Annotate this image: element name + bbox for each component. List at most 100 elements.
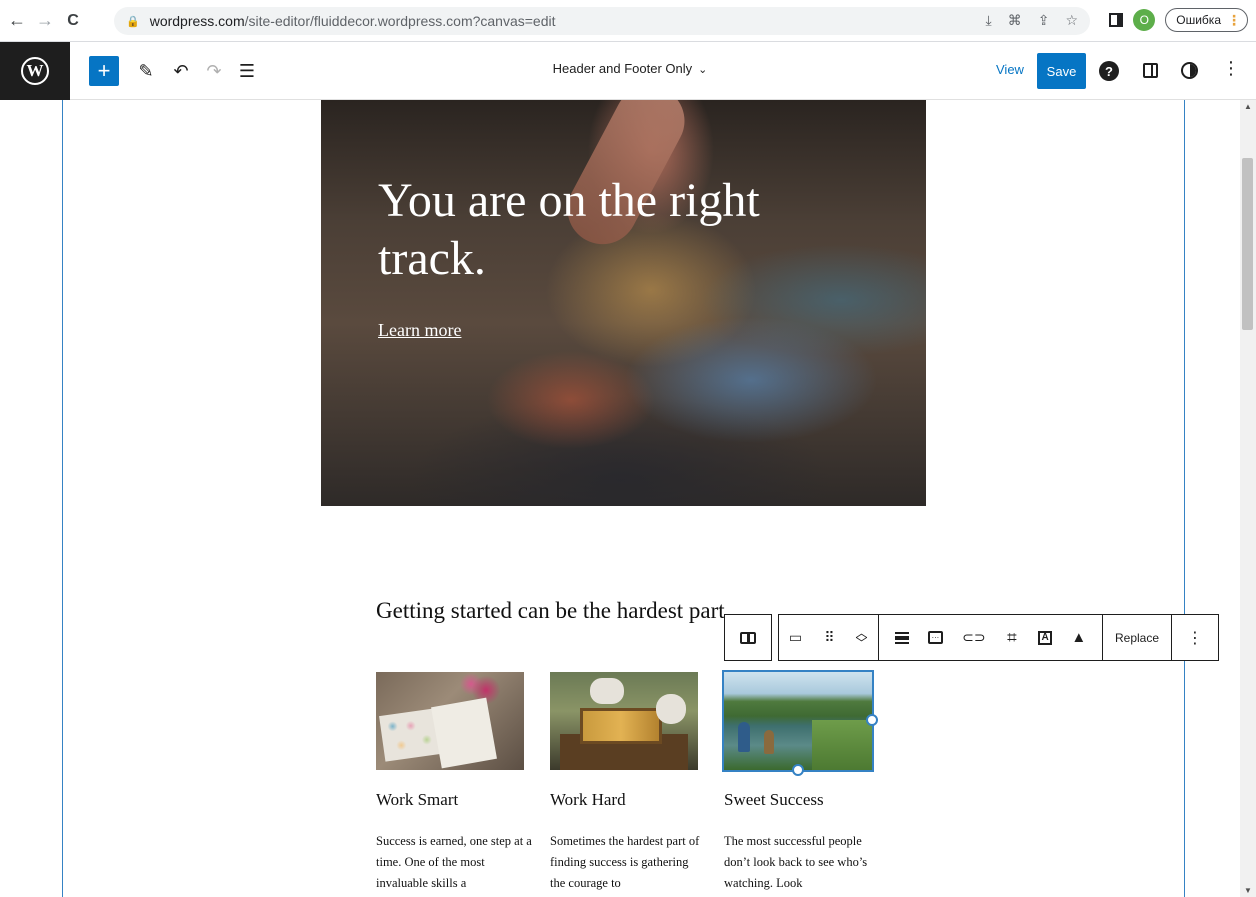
install-app-icon[interactable]: ⤓ [986,12,992,29]
more-vertical-icon[interactable]: ⋮ [1222,58,1240,79]
redo-button[interactable]: ↷ [199,56,229,86]
cover-block[interactable]: You are on the right track. Learn more [321,100,926,506]
add-block-button[interactable]: + [89,56,119,86]
selected-image-block[interactable] [722,670,874,772]
text-overlay-button[interactable]: A [1032,615,1058,660]
image-detail [812,720,872,770]
undo-icon: ↶ [173,60,189,81]
edit-tool-button[interactable]: ✎ [131,56,161,86]
learn-more-link[interactable]: Learn more [378,320,461,341]
select-parent-button[interactable] [734,615,762,660]
scroll-down-arrow-icon[interactable]: ▼ [1244,886,1252,895]
card-image[interactable] [550,672,698,770]
url-host: wordpress.com [149,13,245,29]
list-view-icon: ☰ [238,60,256,81]
card-column: Work Hard Sometimes the hardest part of … [550,672,699,894]
crop-button[interactable]: ⌗ [999,615,1025,660]
caption-button[interactable]: … [922,615,949,660]
undo-button[interactable]: ↶ [166,56,196,86]
canvas-frame-border [62,100,63,897]
back-arrow-icon[interactable]: ← [6,10,28,32]
block-mover-group: ▭ ⠿ ︿ ﹀ [778,614,879,661]
lock-icon: 🔒 [126,15,140,28]
move-buttons[interactable]: ︿ ﹀ [849,615,875,660]
scroll-up-arrow-icon[interactable]: ▲ [1244,102,1252,111]
canvas-scrollbar[interactable]: ▲ ▼ [1240,100,1256,897]
help-icon[interactable]: ? [1099,61,1119,81]
reload-icon[interactable]: C [62,10,84,32]
image-detail [590,678,624,704]
block-type-button[interactable]: ▭ [783,615,809,660]
canvas-frame-border [1184,100,1185,897]
link-button[interactable]: ⊂⊃ [956,615,991,660]
image-detail [580,708,662,744]
image-detail [764,730,774,754]
forward-arrow-icon[interactable]: → [34,10,56,32]
chevron-up-down-icon: ︿ ﹀ [855,625,868,650]
align-icon [894,631,909,644]
url-path: /site-editor/fluiddecor.wordpress.com?ca… [244,13,556,29]
image-detail [656,694,686,724]
card-text[interactable]: The most successful people don’t look ba… [724,831,880,894]
image-detail [431,697,497,769]
card-column: Sweet Success The most successful people… [722,670,874,894]
redo-icon: ↷ [206,60,222,81]
editor-header: W + ✎ ↶ ↷ ☰ Header and Footer Only ⌄ View… [0,42,1256,100]
card-text[interactable]: Success is earned, one step at a time. O… [376,831,532,894]
sidebar-toggle-icon[interactable] [1143,63,1158,78]
side-panel-icon[interactable] [1109,13,1124,27]
view-button[interactable]: View [996,62,1024,77]
translate-icon[interactable]: ⌘ [1008,12,1022,29]
scroll-thumb[interactable] [1242,158,1253,330]
template-title: Header and Footer Only [552,61,693,76]
drag-handle-icon: ⠿ [824,629,834,645]
text-overlay-icon: A [1038,630,1053,645]
image-icon: ▭ [788,629,803,645]
parent-block-icon [740,631,756,644]
resize-handle-bottom[interactable] [792,764,804,776]
replace-group: Replace [1103,614,1172,661]
image-detail [738,722,750,752]
profile-avatar[interactable]: O [1133,9,1156,31]
card-title[interactable]: Sweet Success [724,790,872,810]
chevron-down-icon: ⌄ [698,64,708,76]
image-tools-group: … ⊂⊃ ⌗ A ▲ [879,614,1103,661]
browser-toolbar: ← → C 🔒 wordpress.com/site-editor/fluidd… [0,0,1256,42]
editor-canvas: You are on the right track. Learn more G… [0,100,1240,897]
crop-icon: ⌗ [1007,627,1017,647]
hero-title[interactable]: You are on the right track. [378,172,838,288]
options-group: ⋮ [1172,614,1219,661]
replace-button[interactable]: Replace [1103,615,1171,660]
plus-icon: + [97,58,111,83]
card-title[interactable]: Work Hard [550,790,698,810]
card-text[interactable]: Sometimes the hardest part of finding su… [550,831,706,894]
resize-handle-right[interactable] [866,714,878,726]
list-view-button[interactable]: ☰ [232,56,262,86]
block-toolbar: ▭ ⠿ ︿ ﹀ … ⊂⊃ ⌗ A ▲ Replace ⋮ [724,614,1219,661]
address-bar[interactable]: 🔒 wordpress.com/site-editor/fluiddecor.w… [114,7,1090,35]
card-image[interactable] [376,672,524,770]
block-options-button[interactable]: ⋮ [1181,615,1209,660]
share-icon[interactable]: ⇪ [1038,12,1050,29]
save-button[interactable]: Save [1037,53,1086,89]
select-parent-group [724,614,772,661]
duotone-icon: ▲ [1071,629,1087,646]
caption-icon: … [927,631,943,644]
bookmark-star-icon[interactable]: ☆ [1065,12,1078,29]
align-button[interactable] [889,615,915,660]
card-title[interactable]: Work Smart [376,790,524,810]
wordpress-logo-button[interactable]: W [0,42,70,100]
template-selector[interactable]: Header and Footer Only ⌄ [500,61,760,76]
pencil-icon: ✎ [138,60,154,81]
drag-handle[interactable]: ⠿ [816,615,842,660]
menu-dots-icon: ⋮ [1227,11,1241,28]
error-chip[interactable]: Ошибка ⋮ [1165,8,1248,32]
card-column: Work Smart Success is earned, one step a… [376,672,532,894]
section-heading[interactable]: Getting started can be the hardest part. [376,598,730,624]
link-icon: ⊂⊃ [962,629,986,645]
wordpress-logo-icon: W [21,57,49,85]
error-chip-label: Ошибка [1176,13,1221,27]
filter-button[interactable]: ▲ [1065,615,1092,660]
more-vertical-icon: ⋮ [1187,629,1203,647]
styles-icon[interactable] [1181,62,1198,79]
